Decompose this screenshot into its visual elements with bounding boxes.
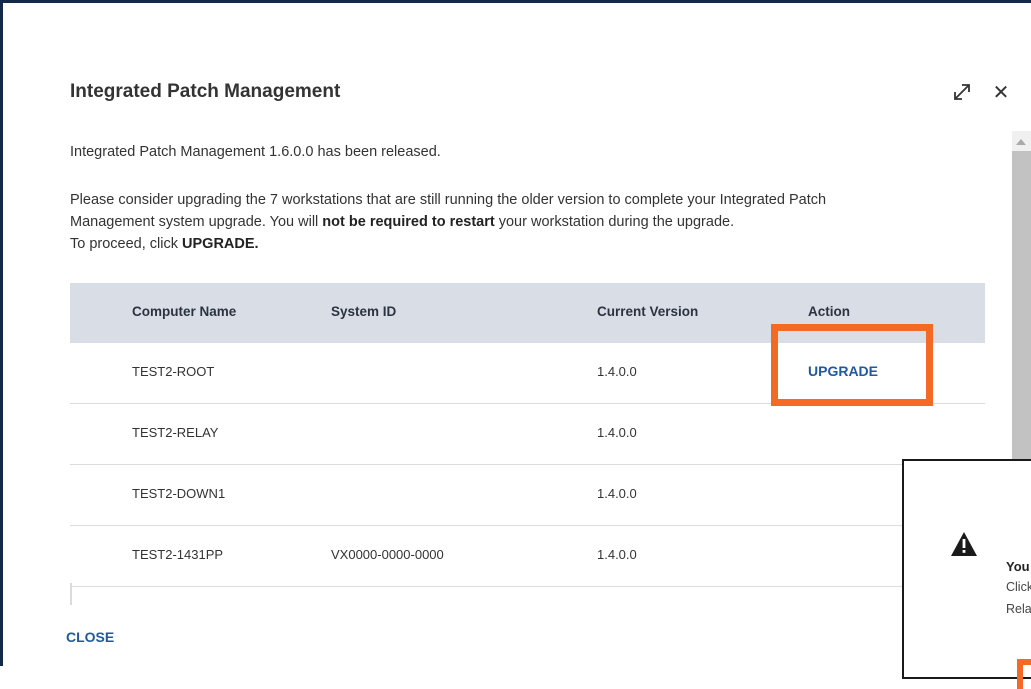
dialog-message: Please consider upgrading the 7 workstat… — [70, 189, 985, 255]
table-divider — [70, 583, 72, 605]
version-cell: 1.4.0.0 — [597, 364, 637, 379]
computer-name-cell: TEST2-ROOT — [132, 364, 215, 379]
popup-button-highlight — [1017, 659, 1031, 689]
version-cell: 1.4.0.0 — [597, 425, 637, 440]
popup-title: You — [1006, 559, 1030, 574]
release-text: Integrated Patch Management 1.6.0.0 has … — [70, 144, 441, 160]
table-row: TEST2-1431PP VX0000-0000-0000 1.4.0.0 — [70, 526, 985, 587]
message-text: Management system upgrade. You will — [70, 214, 323, 230]
message-line-3: To proceed, click UPGRADE. — [70, 233, 985, 255]
scroll-up-arrow-icon[interactable] — [1016, 139, 1026, 145]
confirmation-popup: You Click Rela — [902, 459, 1031, 689]
computer-name-cell: TEST2-1431PP — [132, 547, 224, 562]
message-text: your workstation during the upgrade. — [494, 214, 735, 230]
expand-icon[interactable] — [951, 81, 973, 103]
message-text: To proceed, click — [70, 236, 183, 252]
close-icon[interactable]: ✕ — [991, 83, 1011, 103]
dialog-window: Integrated Patch Management ✕ Integrated… — [0, 0, 1031, 689]
message-bold-text: UPGRADE. — [182, 236, 259, 252]
table-row: TEST2-RELAY 1.4.0.0 — [70, 404, 985, 465]
version-cell: 1.4.0.0 — [597, 547, 637, 562]
warning-icon — [951, 532, 977, 556]
table-row: TEST2-DOWN1 1.4.0.0 — [70, 465, 985, 526]
message-line-1: Please consider upgrading the 7 workstat… — [70, 192, 827, 208]
dialog-title: Integrated Patch Management — [70, 81, 341, 102]
upgrade-highlight-box — [771, 324, 933, 406]
message-line-2: Management system upgrade. You will not … — [70, 211, 985, 233]
version-cell: 1.4.0.0 — [597, 486, 637, 501]
system-id-cell: VX0000-0000-0000 — [331, 547, 444, 562]
popup-text: Rela — [1006, 602, 1031, 616]
column-header-system-id[interactable]: System ID — [331, 304, 396, 319]
message-bold-text: not be required to restart — [322, 214, 495, 230]
column-header-computer-name[interactable]: Computer Name — [132, 304, 236, 319]
computer-name-cell: TEST2-RELAY — [132, 425, 219, 440]
popup-text: Click — [1006, 580, 1031, 594]
close-button[interactable]: CLOSE — [66, 629, 114, 645]
column-header-action: Action — [808, 304, 850, 319]
computer-name-cell: TEST2-DOWN1 — [132, 486, 226, 501]
column-header-current-version[interactable]: Current Version — [597, 304, 698, 319]
